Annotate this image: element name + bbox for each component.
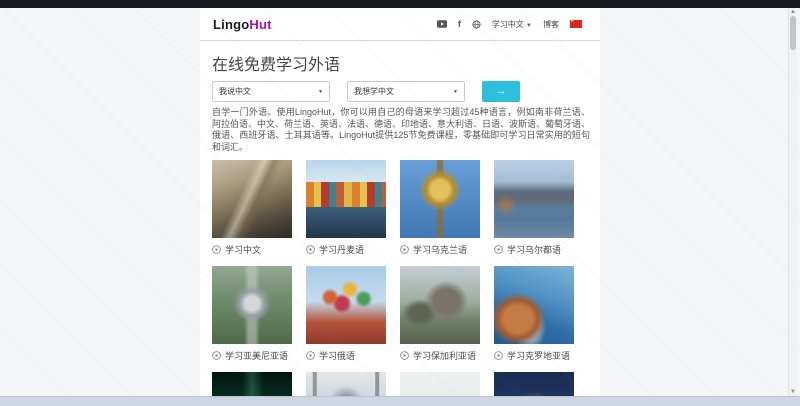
play-icon <box>494 245 503 254</box>
globe-icon[interactable] <box>472 20 481 29</box>
course-tile[interactable]: 学习乌克兰语 <box>400 160 480 257</box>
course-image-st-basils[interactable] <box>306 266 386 344</box>
course-link[interactable]: 学习丹麦语 <box>306 241 386 257</box>
window-top-edge <box>0 0 800 8</box>
nav-learn-chinese-menu[interactable]: 学习中文 ▼ <box>492 19 532 30</box>
facebook-icon[interactable]: f <box>458 20 461 29</box>
chevron-down-icon: ▼ <box>318 89 323 95</box>
native-language-value: 我说中文 <box>219 86 251 97</box>
site-header: LingoHut f 学习中文 ▼ 博客 ★ <box>200 8 600 41</box>
course-tile[interactable] <box>306 372 386 396</box>
page-background: LingoHut f 学习中文 ▼ 博客 ★ 在 <box>0 8 800 396</box>
course-image-belogradchik[interactable] <box>400 266 480 344</box>
play-icon <box>212 351 221 360</box>
course-tile[interactable] <box>400 372 480 396</box>
native-language-select[interactable]: 我说中文 ▼ <box>212 81 330 102</box>
course-tile[interactable]: 学习乌尔都语 <box>494 160 574 257</box>
go-button[interactable]: → <box>482 81 520 102</box>
course-image-gaudi-towers[interactable] <box>400 372 480 396</box>
course-tile[interactable]: 学习亚美尼亚语 <box>212 266 292 363</box>
china-flag-icon[interactable]: ★ <box>570 20 582 28</box>
play-icon <box>212 245 221 254</box>
course-label: 学习亚美尼亚语 <box>225 349 288 362</box>
course-tile[interactable] <box>494 372 574 396</box>
course-image-dubrovnik[interactable] <box>494 266 574 344</box>
flag-star: ★ <box>570 19 574 24</box>
scroll-down-icon[interactable]: ▼ <box>789 389 797 395</box>
course-image-armenian-monastery[interactable] <box>212 266 292 344</box>
browser-viewport: LingoHut f 学习中文 ▼ 博客 ★ 在 <box>0 0 800 406</box>
play-icon <box>306 351 315 360</box>
course-tile[interactable]: 学习丹麦语 <box>306 160 386 257</box>
course-link[interactable]: 学习亚美尼亚语 <box>212 347 292 363</box>
course-image-aurora[interactable] <box>212 372 292 396</box>
nav-learn-chinese-label: 学习中文 <box>492 20 524 29</box>
page-title: 在线免费学习外语 <box>212 51 340 75</box>
course-tile[interactable]: 学习克罗地亚语 <box>494 266 574 363</box>
language-picker-form: 我说中文 ▼ 我想学中文 ▼ → <box>212 81 520 102</box>
target-language-value: 我想学中文 <box>354 86 394 97</box>
chevron-down-icon: ▼ <box>453 89 458 95</box>
vertical-scrollbar[interactable]: ▲ ▼ <box>788 8 797 396</box>
course-link[interactable]: 学习俄语 <box>306 347 386 363</box>
course-link[interactable]: 学习保加利亚语 <box>400 347 480 363</box>
chevron-down-icon: ▼ <box>526 23 532 29</box>
target-language-select[interactable]: 我想学中文 ▼ <box>347 81 465 102</box>
course-label: 学习克罗地亚语 <box>507 349 570 362</box>
course-image-parliament-night[interactable] <box>494 372 574 396</box>
course-grid: 学习中文 学习丹麦语 学习乌克兰语 <box>212 160 574 396</box>
youtube-icon[interactable] <box>437 20 447 28</box>
course-tile[interactable]: 学习保加利亚语 <box>400 266 480 363</box>
play-icon <box>400 245 409 254</box>
course-link[interactable]: 学习乌尔都语 <box>494 241 574 257</box>
logo-text-hut: Hut <box>249 17 271 32</box>
course-label: 学习保加利亚语 <box>413 349 476 362</box>
lingohut-logo[interactable]: LingoHut <box>213 17 272 32</box>
header-nav: f 学习中文 ▼ 博客 ★ <box>437 19 582 30</box>
course-link[interactable]: 学习克罗地亚语 <box>494 347 574 363</box>
course-image-mountain-lake[interactable] <box>494 160 574 238</box>
taskbar-strip <box>0 396 800 406</box>
course-image-great-wall[interactable] <box>212 160 292 238</box>
course-image-kyiv-monument[interactable] <box>400 160 480 238</box>
course-label: 学习中文 <box>225 243 261 256</box>
play-icon <box>494 351 503 360</box>
nav-blog-link[interactable]: 博客 <box>543 19 559 30</box>
logo-text-lingo: Lingo <box>213 17 249 32</box>
course-tile[interactable]: 学习中文 <box>212 160 292 257</box>
play-icon <box>306 245 315 254</box>
scrollbar-thumb[interactable] <box>790 16 796 50</box>
course-tile[interactable] <box>212 372 292 396</box>
course-image-nyhavn[interactable] <box>306 160 386 238</box>
course-label: 学习丹麦语 <box>319 243 364 256</box>
scroll-up-icon[interactable]: ▲ <box>789 9 797 15</box>
course-label: 学习乌克兰语 <box>413 243 467 256</box>
course-label: 学习乌尔都语 <box>507 243 561 256</box>
course-image-dome-building[interactable] <box>306 372 386 396</box>
play-icon <box>400 351 409 360</box>
course-link[interactable]: 学习乌克兰语 <box>400 241 480 257</box>
intro-paragraph: 自学一门外语。使用LingoHut，你可以用自己的母语来学习超过45种语言，例如… <box>212 107 590 153</box>
course-link[interactable]: 学习中文 <box>212 241 292 257</box>
course-label: 学习俄语 <box>319 349 355 362</box>
course-tile[interactable]: 学习俄语 <box>306 266 386 363</box>
